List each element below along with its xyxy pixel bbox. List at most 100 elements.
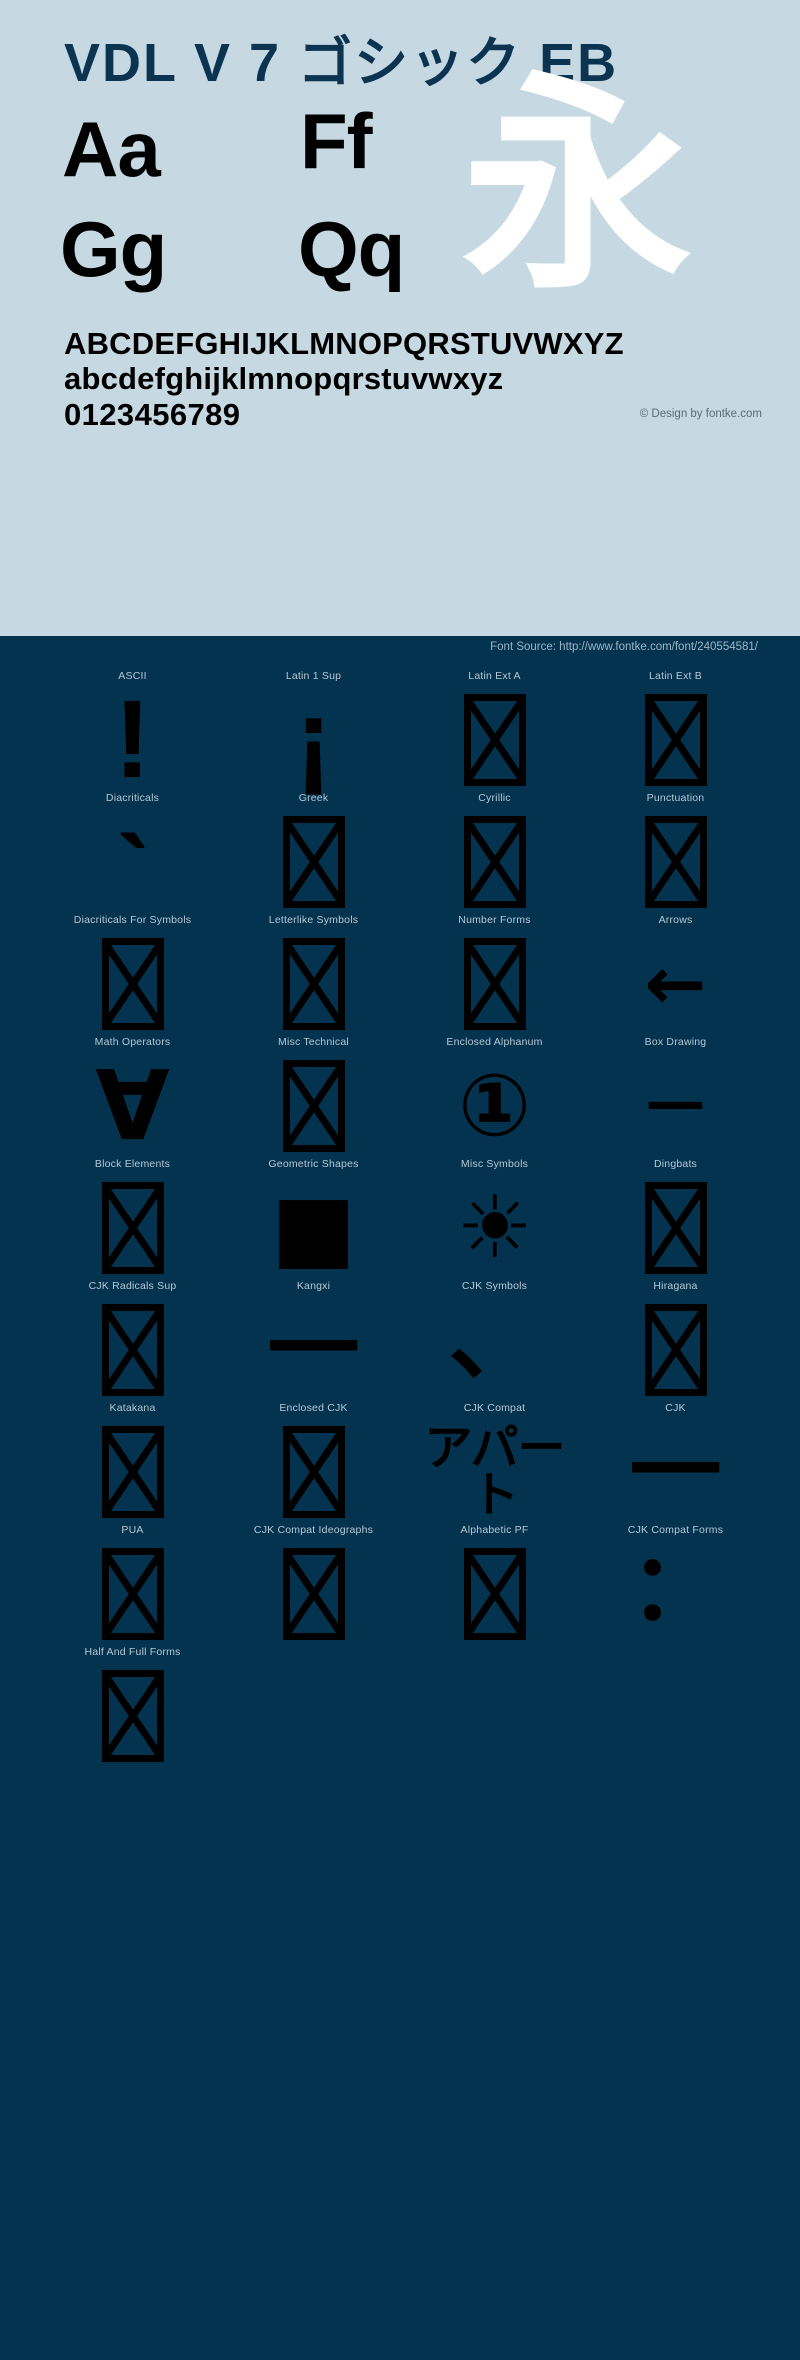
sample-pair-qq: Qq — [298, 205, 405, 293]
sample-glyph: 一 — [629, 1418, 722, 1525]
glyph-block-label: Box Drawing — [644, 1036, 707, 1048]
glyph-block-cell[interactable]: Misc Symbols ☀ — [404, 1158, 585, 1280]
sample-glyph: アパート — [424, 1419, 565, 1523]
glyph-block-cell[interactable]: Half And Full Forms — [42, 1646, 223, 1768]
glyph-block-cell[interactable]: Kangxi 一 — [223, 1280, 404, 1402]
sample-cjk-character: 永 — [462, 58, 693, 318]
glyph-block-label: Cyrillic — [478, 792, 511, 804]
glyph-block-preview: ☀ — [404, 1176, 585, 1280]
glyph-block-cell[interactable]: Enclosed Alphanum ① — [404, 1036, 585, 1158]
glyph-block-cell[interactable]: Misc Technical — [223, 1036, 404, 1158]
glyph-block-preview — [404, 932, 585, 1036]
sample-pair-gg: Gg — [60, 205, 167, 293]
glyph-block-cell[interactable]: Arrows ← — [585, 914, 766, 1036]
glyph-block-preview — [223, 1542, 404, 1646]
sample-pair-aa: Aa — [62, 105, 161, 193]
missing-glyph-icon — [644, 694, 707, 786]
glyph-block-label: Alphabetic PF — [460, 1524, 529, 1536]
glyph-block-preview — [404, 1542, 585, 1646]
glyph-block-cell[interactable]: Enclosed CJK — [223, 1402, 404, 1524]
glyph-block-label: Diacriticals For Symbols — [73, 914, 192, 926]
missing-glyph-icon — [463, 694, 526, 786]
glyph-block-preview — [223, 1420, 404, 1524]
missing-glyph-icon — [644, 816, 707, 908]
glyph-block-preview — [42, 932, 223, 1036]
glyph-block-cell[interactable]: Katakana — [42, 1402, 223, 1524]
sample-glyph: ☀ — [455, 1178, 534, 1278]
glyph-block-label: Diacriticals — [105, 792, 160, 804]
glyph-block-label: Misc Symbols — [460, 1158, 529, 1170]
glyph-block-preview: ! — [42, 678, 223, 801]
glyph-block-preview: 、 — [404, 1294, 585, 1402]
glyph-block-preview: ： — [585, 1542, 766, 1646]
glyph-block-label: Block Elements — [94, 1158, 171, 1170]
glyph-block-label: CJK Compat — [463, 1402, 526, 1414]
font-specimen-page: VDL V 7 ゴシック EB Aa Ff Gg Qq 永 ABCDEFGHIJ… — [0, 0, 800, 2360]
glyph-block-preview: ¡ — [223, 685, 404, 795]
glyph-block-cell[interactable]: CJK Compat Forms： — [585, 1524, 766, 1646]
glyph-block-preview: 一 — [585, 1420, 766, 1524]
specimen-panel: VDL V 7 ゴシック EB Aa Ff Gg Qq 永 ABCDEFGHIJ… — [0, 0, 800, 636]
glyph-showcase: Aa Ff Gg Qq 永 — [0, 58, 800, 318]
glyph-block-cell[interactable]: Latin Ext B — [585, 670, 766, 792]
glyph-block-cell[interactable]: Box Drawing ─ — [585, 1036, 766, 1158]
glyph-block-cell[interactable]: Math Operators ∀ — [42, 1036, 223, 1158]
glyph-block-label: Number Forms — [458, 914, 531, 926]
glyph-block-cell[interactable]: CJK Radicals Sup — [42, 1280, 223, 1402]
glyph-block-cell[interactable]: Hiragana — [585, 1280, 766, 1402]
sample-glyph: ─ — [649, 1056, 702, 1156]
alphabet-lowercase: abcdefghijklmnopqrstuvwxyz — [64, 361, 504, 397]
glyph-block-cell[interactable]: Alphabetic PF — [404, 1524, 585, 1646]
glyph-block-cell[interactable]: Latin Ext A — [404, 670, 585, 792]
glyph-block-cell[interactable]: Punctuation — [585, 792, 766, 914]
missing-glyph-icon — [644, 1304, 707, 1396]
glyph-block-label: Punctuation — [646, 792, 705, 804]
glyph-coverage-panel: ASCII! Latin 1 Sup ¡ Latin Ext A Latin Ext B… — [0, 658, 800, 2360]
glyph-block-cell[interactable]: CJK Compat Ideographs — [223, 1524, 404, 1646]
glyph-block-cell[interactable]: Latin 1 Sup ¡ — [223, 670, 404, 795]
glyph-block-cell[interactable]: PUA — [42, 1524, 223, 1646]
glyph-block-cell[interactable]: CJK Symbols、 — [404, 1280, 585, 1402]
glyph-block-label: Math Operators — [94, 1036, 171, 1048]
glyph-block-cell[interactable]: CJK 一 — [585, 1402, 766, 1524]
missing-glyph-icon — [644, 1182, 707, 1274]
missing-glyph-icon — [282, 1060, 345, 1152]
missing-glyph-icon — [101, 1304, 164, 1396]
glyph-block-cell[interactable]: Greek — [223, 792, 404, 914]
glyph-block-cell[interactable]: Diacriticals ˋ — [42, 792, 223, 932]
missing-glyph-icon — [101, 1670, 164, 1762]
glyph-block-cell[interactable]: CJK Compat アパート — [404, 1402, 585, 1524]
missing-glyph-icon — [101, 1182, 164, 1274]
glyph-block-cell[interactable]: Dingbats — [585, 1158, 766, 1280]
glyph-block-preview — [223, 810, 404, 914]
glyph-block-label: Katakana — [109, 1402, 156, 1414]
glyph-block-preview — [404, 810, 585, 914]
glyph-block-cell[interactable]: ASCII! — [42, 670, 223, 801]
font-source-bar[interactable]: Font Source: http://www.fontke.com/font/… — [0, 636, 800, 658]
glyph-block-preview — [223, 932, 404, 1036]
glyph-block-cell[interactable]: Number Forms — [404, 914, 585, 1036]
sample-glyph: 一 — [267, 1296, 360, 1403]
missing-glyph-icon — [282, 1548, 345, 1640]
glyph-block-label: Enclosed Alphanum — [446, 1036, 543, 1048]
glyph-block-preview — [223, 1054, 404, 1158]
glyph-block-label: Letterlike Symbols — [268, 914, 359, 926]
glyph-block-cell[interactable]: Diacriticals For Symbols — [42, 914, 223, 1036]
glyph-block-cell[interactable]: Geometric Shapes ■ — [223, 1158, 404, 1280]
glyph-block-preview: ─ — [585, 1054, 766, 1158]
glyph-block-label: Arrows — [658, 914, 693, 926]
glyph-block-cell[interactable]: Cyrillic — [404, 792, 585, 914]
design-credit: © Design by fontke.com — [639, 408, 762, 420]
glyph-block-preview — [42, 1298, 223, 1402]
glyph-block-preview: ■ — [223, 1176, 404, 1280]
glyph-block-label: PUA — [121, 1524, 144, 1536]
glyph-block-label: Latin Ext B — [649, 670, 702, 682]
glyph-block-cell[interactable]: Letterlike Symbols — [223, 914, 404, 1036]
glyph-block-preview: 一 — [223, 1298, 404, 1402]
glyph-block-cell[interactable]: Block Elements — [42, 1158, 223, 1280]
sample-glyph: 、 — [448, 1286, 541, 1393]
sample-glyph: ! — [114, 678, 151, 801]
glyph-block-preview: ← — [585, 932, 766, 1036]
sample-pair-ff: Ff — [300, 97, 373, 185]
glyph-block-label: Geometric Shapes — [268, 1158, 359, 1170]
